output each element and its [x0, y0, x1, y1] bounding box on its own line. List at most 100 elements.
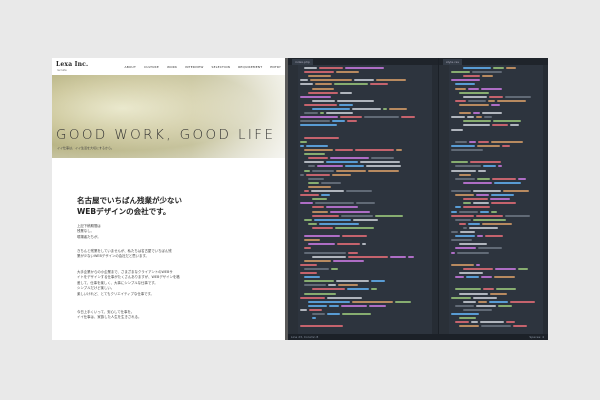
code-token [328, 284, 336, 287]
code-token [489, 300, 508, 303]
code-token [312, 87, 334, 90]
code-token [308, 181, 319, 184]
code-token [481, 276, 492, 279]
code-token [364, 116, 399, 119]
code-token [463, 67, 491, 69]
code-token [505, 95, 531, 98]
code-token [332, 173, 351, 176]
code-token [342, 313, 371, 315]
code-token [481, 87, 502, 90]
section-headline: 名古屋でいちばん残業が少ない WEBデザインの会社です。 [77, 195, 182, 217]
code-token [300, 79, 308, 82]
code-token [340, 91, 352, 94]
code-token [463, 124, 490, 127]
code-token [304, 239, 320, 242]
code-token [308, 300, 350, 303]
code-token [306, 144, 328, 147]
code-token [320, 112, 324, 115]
code-token [304, 218, 312, 221]
code-token [485, 235, 503, 238]
nav-item-culture[interactable]: CULTURE [144, 65, 159, 69]
code-token [467, 116, 474, 119]
code-token [326, 206, 358, 209]
code-token [468, 222, 480, 225]
code-token [463, 206, 490, 209]
code-token [300, 296, 325, 299]
code-token [503, 190, 529, 192]
status-indentation[interactable]: Spaces: 4 [529, 334, 544, 340]
code-token [341, 304, 367, 307]
paragraph-2: きちんと残業をしていませんが、私たちは名古屋でいちばん残 業が少ないWEBデザイ… [77, 249, 172, 260]
code-token [482, 112, 502, 115]
code-token [466, 276, 479, 279]
hero-tagline: GOOD WORK, GOOD LIFE [56, 127, 276, 143]
code-token [463, 95, 487, 98]
code-token [483, 288, 494, 291]
nav-item-work[interactable]: WORK [167, 65, 177, 69]
code-token [304, 276, 320, 279]
site-logo[interactable]: Lexa Inc. [56, 61, 88, 68]
code-token [300, 124, 337, 127]
code-token [337, 243, 360, 246]
code-token [476, 304, 496, 307]
code-token [455, 235, 475, 238]
code-token [470, 161, 501, 164]
minimap-right[interactable] [543, 65, 548, 334]
code-token [306, 173, 330, 176]
code-token [491, 210, 497, 213]
code-token [473, 202, 489, 205]
code-token [480, 321, 504, 324]
code-token [477, 144, 500, 147]
code-token [333, 259, 364, 262]
code-token [459, 112, 471, 115]
code-token [473, 218, 506, 221]
code-token [308, 75, 331, 78]
code-token [472, 71, 502, 74]
code-token [459, 325, 479, 328]
code-token [300, 325, 343, 328]
headline-line-1: 名古屋でいちばん残業が少ない [77, 196, 182, 205]
code-token [304, 259, 331, 262]
nav-item-interview[interactable]: INTERVIEW [185, 65, 203, 69]
code-token [311, 190, 344, 192]
code-token [451, 144, 475, 147]
code-token [468, 87, 479, 90]
code-token [366, 165, 401, 168]
code-token [300, 272, 317, 274]
code-token [300, 140, 307, 143]
code-token [304, 169, 310, 172]
code-token [369, 304, 386, 307]
code-token [312, 226, 333, 229]
nav-item-requirement[interactable]: REQUIREMENT [238, 65, 262, 69]
code-token [478, 247, 502, 250]
code-token [463, 226, 467, 229]
line-number-gutter [439, 65, 449, 334]
code-token [490, 198, 510, 201]
code-token [459, 91, 489, 94]
code-token [308, 165, 315, 168]
code-token [312, 198, 327, 201]
code-token [308, 185, 331, 188]
code-token [494, 276, 515, 279]
website-preview: Lexa Inc. recruite ABOUT CULTURE WORK IN… [52, 58, 285, 340]
nav-item-about[interactable]: ABOUT [125, 65, 136, 69]
code-token [370, 83, 388, 86]
code-token [492, 124, 508, 127]
code-token [451, 161, 468, 164]
code-token [488, 99, 495, 102]
paragraph-line: イイ仕事は、家族した人生を生きされる。 [77, 315, 142, 320]
code-token [304, 251, 346, 254]
code-token [478, 300, 487, 303]
code-token [476, 214, 503, 217]
site-nav: ABOUT CULTURE WORK INTERVIEW SELECTION R… [125, 65, 281, 69]
site-logo-subtitle: recruite [57, 69, 67, 72]
nav-item-selection[interactable]: SELECTION [212, 65, 231, 69]
code-token [336, 280, 369, 283]
code-token [345, 67, 384, 69]
nav-item-entry[interactable]: ENTRY [270, 65, 281, 69]
code-token [478, 140, 489, 143]
code-token [455, 140, 467, 143]
code-token [506, 67, 516, 69]
code-token [482, 75, 493, 78]
code-token [312, 108, 350, 110]
